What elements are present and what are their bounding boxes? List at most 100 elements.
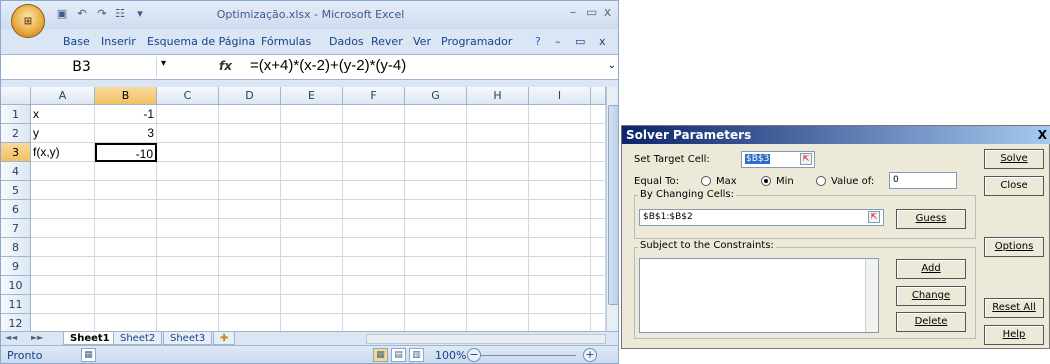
- row-header[interactable]: 8: [1, 238, 31, 257]
- column-header[interactable]: E: [281, 87, 343, 105]
- zoom-slider[interactable]: [481, 355, 576, 356]
- sheet-tab-sheet2[interactable]: Sheet2: [113, 332, 163, 345]
- maximize-button[interactable]: ▭: [586, 5, 597, 19]
- grid-cell[interactable]: [281, 257, 343, 276]
- insert-sheet-icon[interactable]: ✚: [213, 332, 236, 345]
- tab-base[interactable]: Base: [63, 35, 90, 48]
- sheet-tab-sheet1[interactable]: Sheet1: [63, 332, 117, 345]
- zoom-in-icon[interactable]: +: [583, 348, 597, 362]
- row-header[interactable]: 10: [1, 276, 31, 295]
- select-all-corner[interactable]: [1, 87, 31, 105]
- grid-cell[interactable]: [343, 181, 405, 200]
- grid-cell[interactable]: [219, 314, 281, 331]
- page-break-icon[interactable]: ▥: [409, 348, 424, 362]
- close-button[interactable]: Close: [984, 176, 1044, 196]
- reset-all-button[interactable]: Reset All: [984, 298, 1044, 318]
- column-header[interactable]: B: [95, 87, 157, 105]
- grid-cell[interactable]: [405, 314, 467, 331]
- grid-cell[interactable]: [281, 181, 343, 200]
- grid-cell[interactable]: [591, 238, 606, 257]
- column-header[interactable]: H: [467, 87, 529, 105]
- zoom-out-icon[interactable]: −: [467, 348, 481, 362]
- grid-cell[interactable]: [95, 314, 157, 331]
- grid-cell[interactable]: [281, 295, 343, 314]
- grid-cell[interactable]: [219, 162, 281, 181]
- change-button[interactable]: Change: [896, 286, 966, 306]
- options-button[interactable]: Options: [984, 237, 1044, 257]
- grid-cell[interactable]: [591, 181, 606, 200]
- grid-cell[interactable]: [467, 143, 529, 162]
- grid-cell[interactable]: [405, 181, 467, 200]
- grid-cell[interactable]: [591, 257, 606, 276]
- tab-esquema[interactable]: Esquema de Página: [147, 35, 255, 48]
- grid-cell[interactable]: [591, 276, 606, 295]
- grid-cell[interactable]: [343, 276, 405, 295]
- grid-cell[interactable]: [343, 314, 405, 331]
- grid-cell[interactable]: [529, 143, 591, 162]
- grid-cell[interactable]: [281, 276, 343, 295]
- grid-cell[interactable]: [591, 295, 606, 314]
- grid-cell[interactable]: [281, 162, 343, 181]
- column-header[interactable]: F: [343, 87, 405, 105]
- minimize-button[interactable]: –: [570, 5, 576, 19]
- grid-cell[interactable]: [529, 200, 591, 219]
- grid-cell[interactable]: [343, 105, 405, 124]
- grid-cell[interactable]: [405, 124, 467, 143]
- changing-cells-input[interactable]: $B$1:$B$2: [639, 209, 884, 226]
- cell-a1[interactable]: x: [31, 105, 95, 124]
- range-picker-icon[interactable]: ⇱: [800, 153, 812, 165]
- grid-cell[interactable]: [95, 181, 157, 200]
- tab-dados[interactable]: Dados: [329, 35, 364, 48]
- row-header[interactable]: 4: [1, 162, 31, 181]
- worksheet-grid[interactable]: A B C D E F G H I 1 2 3 4 5 6 7 8 9 10 1…: [1, 87, 606, 331]
- help-icon[interactable]: ?: [535, 35, 541, 48]
- grid-cell[interactable]: [31, 276, 95, 295]
- vertical-scrollbar[interactable]: [606, 87, 618, 331]
- row-header[interactable]: 5: [1, 181, 31, 200]
- grid-cell[interactable]: [591, 200, 606, 219]
- grid-cell[interactable]: [157, 200, 219, 219]
- grid-cell[interactable]: [281, 238, 343, 257]
- close-button[interactable]: x: [604, 5, 611, 19]
- grid-cell[interactable]: [529, 314, 591, 331]
- grid-cell[interactable]: [31, 162, 95, 181]
- grid-cell[interactable]: [157, 219, 219, 238]
- grid-cell[interactable]: [343, 238, 405, 257]
- grid-cell[interactable]: [343, 257, 405, 276]
- grid-cell[interactable]: [529, 162, 591, 181]
- constraints-scrollbar[interactable]: [865, 259, 878, 332]
- cell-b3[interactable]: -10: [95, 143, 157, 162]
- grid-cell[interactable]: [343, 162, 405, 181]
- range-picker-icon[interactable]: ⇱: [868, 211, 880, 223]
- ribbon-minimize-button[interactable]: –: [555, 35, 561, 48]
- grid-cell[interactable]: [467, 200, 529, 219]
- delete-button[interactable]: Delete: [896, 312, 966, 332]
- expand-formula-icon[interactable]: ⌄: [608, 60, 616, 71]
- grid-cell[interactable]: [31, 238, 95, 257]
- sheet-tab-sheet3[interactable]: Sheet3: [163, 332, 213, 345]
- grid-cell[interactable]: [219, 124, 281, 143]
- grid-cell[interactable]: [31, 181, 95, 200]
- row-header[interactable]: 3: [1, 143, 31, 162]
- grid-cell[interactable]: [219, 295, 281, 314]
- grid-cell[interactable]: [405, 219, 467, 238]
- grid-cell[interactable]: [467, 295, 529, 314]
- grid-cell[interactable]: [281, 200, 343, 219]
- grid-cell[interactable]: [281, 143, 343, 162]
- value-of-input[interactable]: 0: [889, 172, 957, 189]
- grid-cell[interactable]: [157, 314, 219, 331]
- grid-cell[interactable]: [591, 124, 606, 143]
- solve-button[interactable]: Solve: [984, 149, 1044, 169]
- grid-cell[interactable]: [95, 295, 157, 314]
- cell-a2[interactable]: y: [31, 124, 95, 143]
- normal-view-icon[interactable]: ▦: [373, 348, 388, 362]
- grid-cell[interactable]: [405, 295, 467, 314]
- close-icon[interactable]: X: [1038, 126, 1047, 144]
- grid-cell[interactable]: [529, 124, 591, 143]
- tab-formulas[interactable]: Fórmulas: [261, 35, 311, 48]
- grid-cell[interactable]: [157, 238, 219, 257]
- max-radio[interactable]: [701, 176, 711, 186]
- help-button[interactable]: Help: [984, 325, 1044, 345]
- name-box[interactable]: B3: [7, 57, 157, 77]
- grid-cell[interactable]: [95, 257, 157, 276]
